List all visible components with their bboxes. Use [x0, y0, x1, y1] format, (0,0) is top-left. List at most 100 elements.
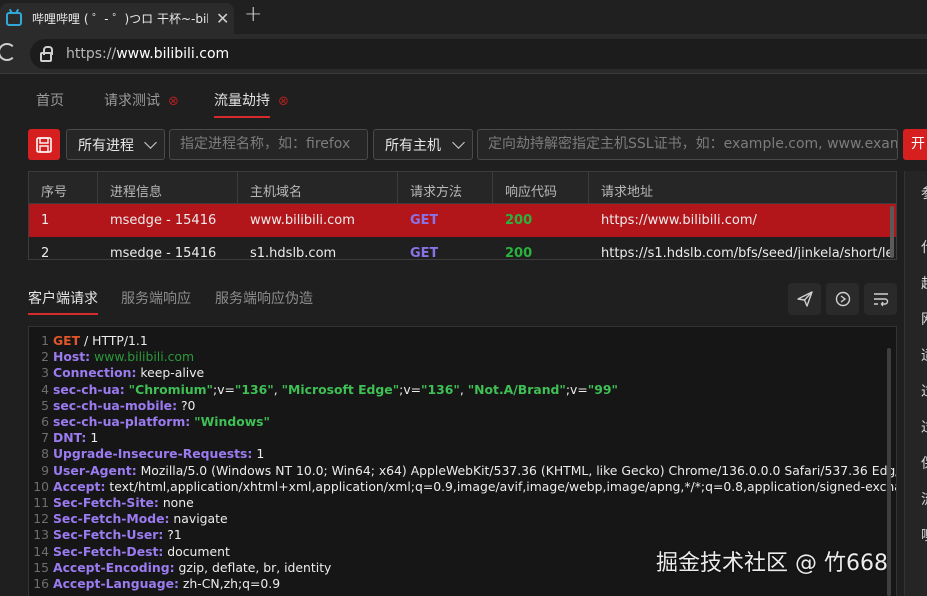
- code-token: "99": [587, 381, 618, 397]
- line-content: Sec-Fetch-Mode: navigate: [53, 511, 228, 526]
- line-number: 7: [41, 430, 49, 446]
- tab-close-icon[interactable]: ⊗: [278, 94, 289, 109]
- url-field[interactable]: https://www.bilibili.com: [30, 39, 927, 69]
- tab-close-icon[interactable]: ⊗: [168, 94, 179, 109]
- side-label[interactable]: 流: [921, 489, 927, 509]
- app-tabs: 首页 请求测试 ⊗ 流量劫持 ⊗: [0, 74, 927, 124]
- line-number: 12: [33, 511, 49, 527]
- line-number: 16: [33, 576, 49, 591]
- code-token: ;v=: [565, 381, 588, 397]
- reload-icon[interactable]: [0, 43, 16, 61]
- send-icon: [796, 291, 813, 307]
- table-scrollbar[interactable]: [890, 206, 894, 258]
- side-label[interactable]: 噢: [921, 525, 927, 545]
- chevron-down-icon: [452, 136, 465, 149]
- line-number: 10: [33, 478, 49, 494]
- process-select-value: 所有进程: [78, 137, 134, 154]
- subtab-server-response[interactable]: 服务端响应: [121, 288, 191, 308]
- column-header[interactable]: 主机域名: [250, 181, 302, 200]
- header-key: sec-ch-ua-mobile:: [53, 397, 178, 413]
- tab-close-icon[interactable]: ✕: [216, 9, 229, 28]
- chevron-down-icon: [144, 136, 157, 149]
- header-key: Host:: [53, 349, 91, 365]
- word-wrap-button[interactable]: [864, 283, 897, 315]
- row-method: GET: [410, 213, 439, 228]
- table-row[interactable]: 1 msedge - 15416 www.bilibili.com GET 20…: [29, 204, 896, 237]
- process-name-input[interactable]: 指定进程名称，如：firefox: [169, 129, 368, 160]
- row-url: https://www.bilibili.com/: [601, 213, 757, 228]
- column-header[interactable]: 响应代码: [505, 181, 557, 200]
- row-id: 2: [41, 246, 50, 260]
- code-token: gzip, deflate, br, identity: [174, 559, 332, 575]
- url-scheme: https://: [66, 46, 117, 62]
- column-header[interactable]: 请求方法: [410, 181, 462, 200]
- side-label[interactable]: 过: [921, 381, 927, 401]
- line-number: 5: [41, 397, 49, 413]
- code-token: ;v=: [399, 381, 422, 397]
- code-token: / HTTP/1.1: [80, 333, 148, 348]
- header-key: Accept:: [53, 478, 106, 494]
- lock-icon[interactable]: [40, 45, 53, 62]
- side-label[interactable]: 网: [921, 309, 927, 329]
- line-number: 3: [41, 365, 49, 381]
- host-select[interactable]: 所有主机: [373, 129, 473, 160]
- header-key: sec-ch-ua:: [53, 381, 125, 397]
- line-number: 13: [33, 527, 49, 543]
- column-divider: [97, 172, 98, 204]
- code-token: "Windows": [194, 414, 270, 429]
- side-label[interactable]: 保: [921, 453, 927, 473]
- active-tab-indicator: [214, 116, 270, 118]
- line-number: 6: [41, 414, 49, 429]
- new-tab-button[interactable]: +: [244, 2, 262, 27]
- line-content: Sec-Fetch-Site: none: [53, 495, 194, 510]
- tab-home[interactable]: 首页: [36, 90, 64, 110]
- side-label[interactable]: 参: [921, 183, 927, 203]
- code-token: navigate: [169, 511, 228, 527]
- side-label[interactable]: 代: [921, 237, 927, 257]
- save-icon: [36, 136, 52, 153]
- column-header[interactable]: 序号: [41, 181, 67, 200]
- tab-traffic-hijack[interactable]: 流量劫持 ⊗: [214, 90, 289, 110]
- table-header: 序号 进程信息 主机域名 请求方法 响应代码 请求地址: [29, 172, 896, 204]
- row-status-code: 200: [505, 246, 533, 260]
- line-number: 2: [41, 349, 49, 365]
- header-key: Sec-Fetch-Dest:: [53, 543, 164, 559]
- tab-label: 首页: [36, 93, 64, 109]
- word-wrap-icon: [873, 293, 888, 307]
- line-number: 11: [33, 495, 49, 510]
- line-number: 4: [41, 381, 49, 397]
- column-header[interactable]: 进程信息: [110, 181, 162, 200]
- side-label[interactable]: 适: [921, 345, 927, 365]
- line-content: GET / HTTP/1.1: [53, 333, 148, 348]
- save-button[interactable]: [28, 129, 60, 160]
- tab-label: 流量劫持: [214, 93, 270, 109]
- side-label[interactable]: 超: [921, 273, 927, 293]
- process-select[interactable]: 所有进程: [66, 129, 165, 160]
- subtab-client-request[interactable]: 客户端请求: [28, 288, 98, 308]
- row-host: www.bilibili.com: [250, 213, 355, 228]
- side-label[interactable]: 过: [921, 417, 927, 437]
- code-token: 1: [252, 446, 265, 462]
- browser-tab[interactable]: 哔哩哔哩 ( ゜- ゜)つロ 干杯~-bilibili ✕: [0, 3, 234, 34]
- code-token: zh-CN,zh;q=0.9: [178, 576, 281, 591]
- line-content: Sec-Fetch-Dest: document: [53, 544, 230, 559]
- column-divider: [492, 172, 493, 204]
- header-key: Accept-Encoding:: [53, 559, 175, 575]
- line-number: 1: [41, 333, 49, 348]
- send-button[interactable]: [788, 283, 821, 315]
- active-subtab-indicator: [28, 313, 98, 315]
- header-key: Sec-Fetch-User:: [53, 527, 164, 543]
- column-header[interactable]: 请求地址: [601, 181, 653, 200]
- subtab-response-forge[interactable]: 服务端响应伪造: [215, 288, 313, 308]
- tab-request-test[interactable]: 请求测试 ⊗: [104, 90, 179, 110]
- column-divider: [237, 172, 238, 204]
- start-button[interactable]: 开: [903, 129, 927, 160]
- host-filter-input[interactable]: 定向劫持解密指定主机SSL证书，如：example.com, www.examp…: [477, 129, 898, 160]
- browser-tab-strip: 哔哩哔哩 ( ゜- ゜)つロ 干杯~-bilibili ✕ +: [0, 0, 927, 34]
- tab-label: 请求测试: [104, 93, 160, 109]
- column-divider: [588, 172, 589, 204]
- bilibili-tv-icon: [6, 11, 22, 26]
- row-status-code: 200: [505, 213, 533, 228]
- table-row[interactable]: 2 msedge - 15416 s1.hdslb.com GET 200 ht…: [29, 237, 896, 260]
- replay-button[interactable]: [826, 283, 859, 315]
